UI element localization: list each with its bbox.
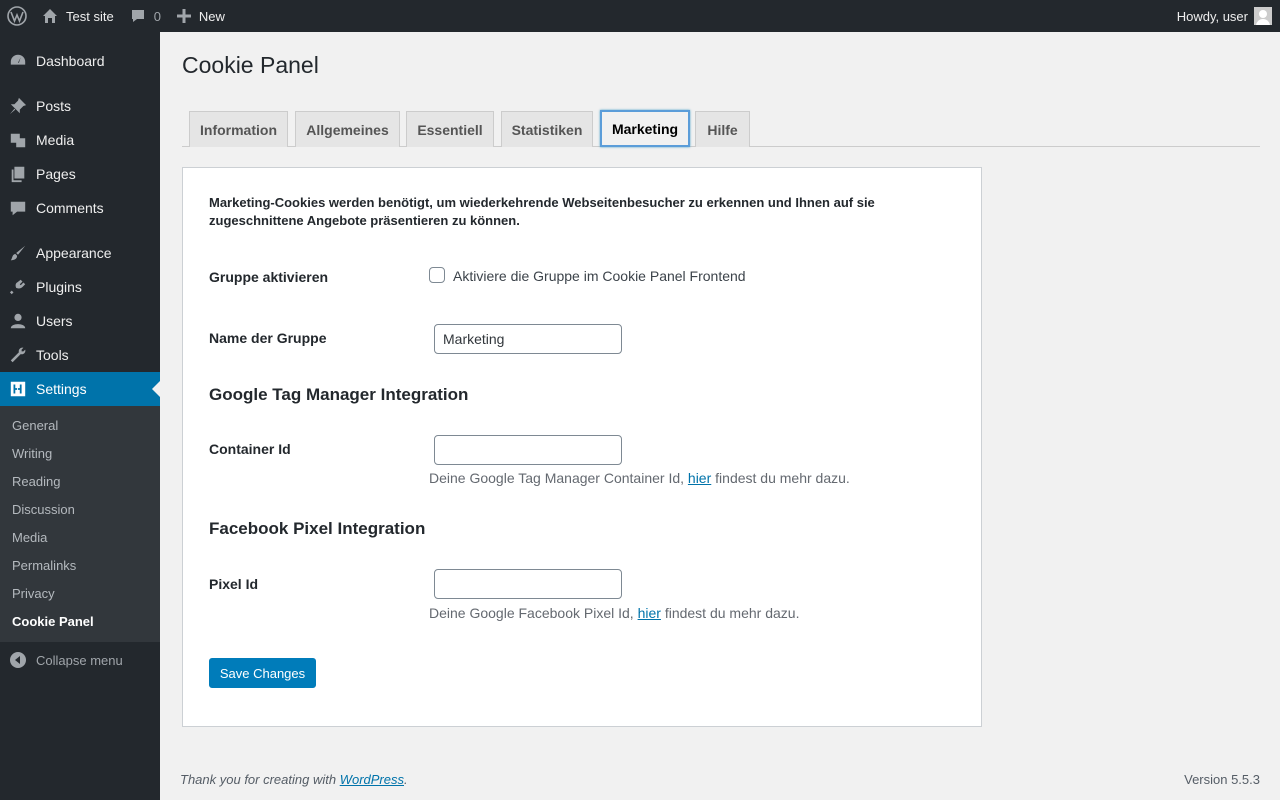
submenu-item-media[interactable]: Media <box>12 528 47 548</box>
group-name-field[interactable]: Marketing <box>434 324 622 354</box>
container-help-text-after: findest du mehr dazu. <box>711 470 850 486</box>
submenu-item-privacy[interactable]: Privacy <box>12 584 55 604</box>
pixel-help-link[interactable]: hier <box>638 605 661 621</box>
tab-essentiell[interactable]: Essentiell <box>406 111 494 147</box>
avatar <box>1254 7 1272 25</box>
sidebar-item-users[interactable]: Users <box>0 304 160 338</box>
container-help-link[interactable]: hier <box>688 470 711 486</box>
submenu-item-discussion[interactable]: Discussion <box>12 500 75 520</box>
howdy-label: Howdy, user <box>1176 8 1248 24</box>
pixel-help-text-after: findest du mehr dazu. <box>660 605 800 621</box>
sidebar-item-tools[interactable]: Tools <box>0 338 160 372</box>
settings-submenu: General Writing Reading Discussion Media… <box>0 406 160 642</box>
sidebar-item-label: Tools <box>36 347 69 363</box>
site-name-link[interactable]: Test site <box>34 0 122 32</box>
admin-sidebar: Dashboard Posts Media Pages Comments App… <box>0 32 160 800</box>
sidebar-item-label: Dashboard <box>36 53 105 69</box>
brush-icon <box>0 244 36 262</box>
submenu-item-general[interactable]: General <box>12 416 58 436</box>
sidebar-item-dashboard[interactable]: Dashboard <box>0 44 160 78</box>
collapse-menu-button[interactable]: Collapse menu <box>0 648 123 672</box>
tab-information[interactable]: Information <box>189 111 288 147</box>
settings-icon <box>0 380 36 398</box>
sidebar-item-label: Media <box>36 132 75 148</box>
settings-panel: Marketing-Cookies werden benötigt, um wi… <box>182 167 982 727</box>
submenu-item-cookie-panel[interactable]: Cookie Panel <box>12 612 94 632</box>
section-description: Marketing-Cookies werden benötigt, um wi… <box>209 195 875 228</box>
comments-link[interactable]: 0 <box>122 0 169 32</box>
sidebar-item-appearance[interactable]: Appearance <box>0 236 160 270</box>
pixel-help-text: Deine Google Facebook Pixel Id, <box>429 605 638 621</box>
plug-icon <box>0 278 36 296</box>
comment-icon <box>130 8 146 24</box>
sidebar-item-label: Plugins <box>36 279 82 295</box>
sidebar-item-label: Users <box>36 313 73 329</box>
group-activate-checkbox[interactable] <box>429 267 445 283</box>
pixel-id-field[interactable] <box>434 569 622 599</box>
submenu-item-permalinks[interactable]: Permalinks <box>12 556 76 576</box>
footer-thanks-period: . <box>404 772 408 787</box>
sidebar-item-posts[interactable]: Posts <box>0 89 160 123</box>
container-id-field[interactable] <box>434 435 622 465</box>
gtm-section-title: Google Tag Manager Integration <box>209 385 469 404</box>
sidebar-item-label: Settings <box>36 381 87 397</box>
collapse-menu-label: Collapse menu <box>36 652 123 668</box>
group-activate-label: Gruppe aktivieren <box>209 269 329 285</box>
tab-allgemeines[interactable]: Allgemeines <box>295 111 400 147</box>
media-icon <box>0 131 36 149</box>
sidebar-item-label: Comments <box>36 200 104 216</box>
sidebar-item-label: Pages <box>36 166 76 182</box>
site-name-label: Test site <box>66 8 114 24</box>
pixel-id-help: Deine Google Facebook Pixel Id, hier fin… <box>429 605 799 621</box>
wordpress-logo-icon[interactable] <box>0 0 34 32</box>
tab-hilfe[interactable]: Hilfe <box>695 111 750 147</box>
new-label: New <box>198 8 225 24</box>
group-name-label: Name der Gruppe <box>209 330 327 346</box>
wrench-icon <box>0 346 36 364</box>
tab-bar: Information Allgemeines Essentiell Stati… <box>182 110 1260 147</box>
group-activate-checkbox-label[interactable]: Aktiviere die Gruppe im Cookie Panel Fro… <box>453 268 746 284</box>
tab-marketing[interactable]: Marketing <box>600 110 690 147</box>
home-icon <box>42 8 58 24</box>
tab-statistiken[interactable]: Statistiken <box>501 111 593 147</box>
container-help-text: Deine Google Tag Manager Container Id, <box>429 470 688 486</box>
dashboard-icon <box>0 52 36 70</box>
footer-version: Version 5.5.3 <box>1184 772 1260 787</box>
container-id-help: Deine Google Tag Manager Container Id, h… <box>429 470 850 486</box>
footer-thanks-text: Thank you for creating with <box>180 772 340 787</box>
pixel-id-label: Pixel Id <box>209 576 259 592</box>
new-content-link[interactable]: New <box>169 0 233 32</box>
facebook-section-title: Facebook Pixel Integration <box>209 519 426 538</box>
account-menu[interactable]: Howdy, user <box>1169 0 1280 32</box>
save-changes-button[interactable]: Save Changes <box>209 658 316 688</box>
sidebar-item-pages[interactable]: Pages <box>0 157 160 191</box>
submenu-item-writing[interactable]: Writing <box>12 444 52 464</box>
admin-bar: Test site 0 New Howdy, user <box>0 0 1280 32</box>
sidebar-item-comments[interactable]: Comments <box>0 191 160 225</box>
sidebar-item-label: Posts <box>36 98 72 114</box>
footer-thanks: Thank you for creating with WordPress. <box>180 772 408 787</box>
sidebar-item-label: Appearance <box>36 245 112 261</box>
sidebar-item-media[interactable]: Media <box>0 123 160 157</box>
sidebar-item-settings[interactable]: Settings <box>0 372 160 406</box>
page-title: Cookie Panel <box>182 52 319 78</box>
container-id-label: Container Id <box>209 441 291 457</box>
comment-icon <box>0 199 36 217</box>
comments-count: 0 <box>153 8 161 24</box>
pin-icon <box>0 97 36 115</box>
wordpress-link[interactable]: WordPress <box>340 772 404 787</box>
user-icon <box>0 312 36 330</box>
collapse-arrow-icon <box>0 651 36 669</box>
plus-icon <box>176 9 191 23</box>
pages-icon <box>0 165 36 183</box>
main-content: Cookie Panel Information Allgemeines Ess… <box>160 32 1280 800</box>
submenu-item-reading[interactable]: Reading <box>12 472 60 492</box>
sidebar-item-plugins[interactable]: Plugins <box>0 270 160 304</box>
